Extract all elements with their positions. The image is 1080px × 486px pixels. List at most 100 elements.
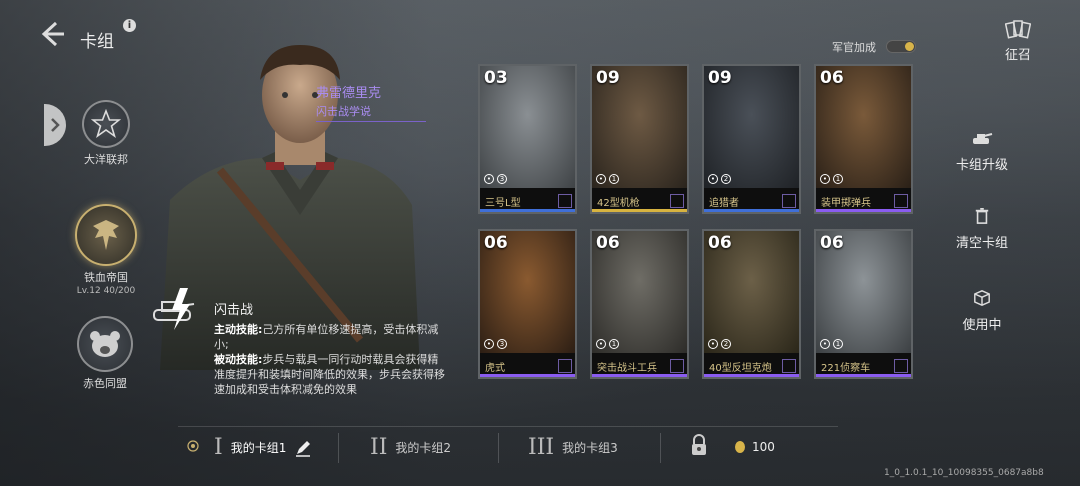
faction-label: 大洋联邦 <box>84 153 128 166</box>
unit-card[interactable]: 06 • 2 40型反坦克炮 <box>702 229 801 379</box>
back-arrow-icon[interactable] <box>38 20 66 48</box>
tab-roman: II <box>370 435 388 460</box>
in-use-button[interactable]: 使用中 <box>942 290 1022 333</box>
card-count: 1 <box>833 339 843 349</box>
skill-name: 闪击战 <box>214 303 254 318</box>
card-meta: • 3 <box>484 339 507 349</box>
card-count: 2 <box>721 339 731 349</box>
unit-card[interactable]: 06 • 3 虎式 <box>478 229 577 379</box>
rarity-bar <box>592 374 687 377</box>
rarity-bar <box>592 209 687 212</box>
cards-fan-icon <box>1004 20 1032 39</box>
card-meta: • 1 <box>820 174 843 184</box>
rarity-corner-icon <box>558 194 572 208</box>
card-cost: 06 <box>708 233 732 253</box>
faction-red-alliance[interactable]: 赤色同盟 <box>60 316 150 391</box>
rarity-bar <box>816 374 911 377</box>
unit-card[interactable]: 09 • 2 追猎者 <box>702 64 801 214</box>
tab-deck-1[interactable]: I 我的卡组1 <box>214 435 312 460</box>
unit-type-icon: • <box>708 339 718 349</box>
rarity-corner-icon <box>782 194 796 208</box>
card-count: 1 <box>833 174 843 184</box>
target-marker-icon <box>187 440 199 452</box>
rarity-bar <box>480 209 575 212</box>
bear-emblem-icon <box>77 316 133 372</box>
tab-roman: I <box>214 435 223 460</box>
tab-deck-2[interactable]: II 我的卡组2 <box>370 435 451 460</box>
deck-upgrade-label: 卡组升级 <box>955 158 1008 173</box>
coin-icon <box>735 441 745 453</box>
recruit-label: 征召 <box>1004 48 1031 63</box>
unit-card[interactable]: 09 • 1 42型机枪 <box>590 64 689 214</box>
faction-level: Lv.12 40/200 <box>76 286 136 296</box>
rarity-bar <box>704 374 799 377</box>
card-cost: 06 <box>484 233 508 253</box>
rarity-bar <box>480 374 575 377</box>
rarity-corner-icon <box>670 359 684 373</box>
unit-type-icon: • <box>484 339 494 349</box>
commander-name: 弗雷德里克 <box>316 86 382 101</box>
card-meta: • 3 <box>484 174 507 184</box>
faction-iron-empire[interactable]: 铁血帝国 Lv.12 40/200 <box>51 204 161 296</box>
card-cost: 06 <box>820 68 844 88</box>
tab-label: 我的卡组2 <box>395 441 452 455</box>
tab-deck-3[interactable]: III 我的卡组3 <box>528 435 618 460</box>
card-count: 3 <box>497 339 507 349</box>
rarity-corner-icon <box>670 194 684 208</box>
commander-doctrine: 闪击战学说 <box>316 103 426 122</box>
tab-label: 我的卡组1 <box>230 441 287 455</box>
rarity-bar <box>704 209 799 212</box>
unit-type-icon: • <box>708 174 718 184</box>
version-string: 1_0_1.0.1_10_10098355_0687a8b8 <box>884 468 1044 478</box>
rarity-corner-icon <box>558 359 572 373</box>
card-meta: • 1 <box>596 339 619 349</box>
unit-card[interactable]: 06 • 1 221侦察车 <box>814 229 913 379</box>
unit-type-icon: • <box>820 339 830 349</box>
card-count: 2 <box>721 174 731 184</box>
unit-card[interactable]: 03 • 3 三号L型 <box>478 64 577 214</box>
unit-card[interactable]: 06 • 1 装甲掷弹兵 <box>814 64 913 214</box>
faction-ocean-federation[interactable]: 大洋联邦 <box>61 100 151 167</box>
trash-icon <box>975 208 989 224</box>
in-use-label: 使用中 <box>962 318 1002 333</box>
clear-deck-label: 清空卡组 <box>955 236 1008 251</box>
officer-bonus-toggle[interactable] <box>886 40 916 53</box>
skill-description: 主动技能:己方所有单位移速提高，受击体积减小; 被动技能:步兵与载具一同行动时载… <box>214 322 448 397</box>
rarity-corner-icon <box>894 194 908 208</box>
card-cost: 03 <box>484 68 508 88</box>
rarity-bar <box>816 209 911 212</box>
unit-type-icon: • <box>596 174 606 184</box>
cube-icon <box>974 290 990 306</box>
lock-icon[interactable] <box>690 434 708 456</box>
card-meta: • 2 <box>708 339 731 349</box>
edit-pen-icon[interactable] <box>294 439 312 457</box>
card-cost: 09 <box>596 68 620 88</box>
clear-deck-button[interactable]: 清空卡组 <box>942 208 1022 251</box>
recruit-button[interactable]: 征召 <box>998 20 1038 63</box>
officer-bonus-label: 军官加成 <box>832 41 876 54</box>
rarity-corner-icon <box>782 359 796 373</box>
rarity-corner-icon <box>894 359 908 373</box>
tab-label: 我的卡组3 <box>562 441 618 455</box>
card-cost: 09 <box>708 68 732 88</box>
card-cost: 06 <box>596 233 620 253</box>
info-icon[interactable]: i <box>123 19 136 32</box>
card-meta: • 1 <box>820 339 843 349</box>
card-cost: 06 <box>820 233 844 253</box>
page-title: 卡组 <box>80 32 114 52</box>
passive-skill-label: 被动技能: <box>214 353 263 366</box>
eagle-emblem-icon <box>75 204 137 266</box>
star-emblem-icon <box>82 100 130 148</box>
blitz-tank-icon <box>153 288 195 330</box>
card-meta: • 1 <box>596 174 619 184</box>
card-count: 1 <box>609 174 619 184</box>
unit-type-icon: • <box>820 174 830 184</box>
tab-roman: III <box>528 435 555 460</box>
card-count: 1 <box>609 339 619 349</box>
card-meta: • 2 <box>708 174 731 184</box>
faction-label: 铁血帝国 <box>84 271 128 284</box>
unit-type-icon: • <box>484 174 494 184</box>
deck-upgrade-button[interactable]: 卡组升级 <box>942 130 1022 173</box>
unit-card[interactable]: 06 • 1 突击战斗工兵 <box>590 229 689 379</box>
tank-upgrade-icon <box>973 133 993 144</box>
